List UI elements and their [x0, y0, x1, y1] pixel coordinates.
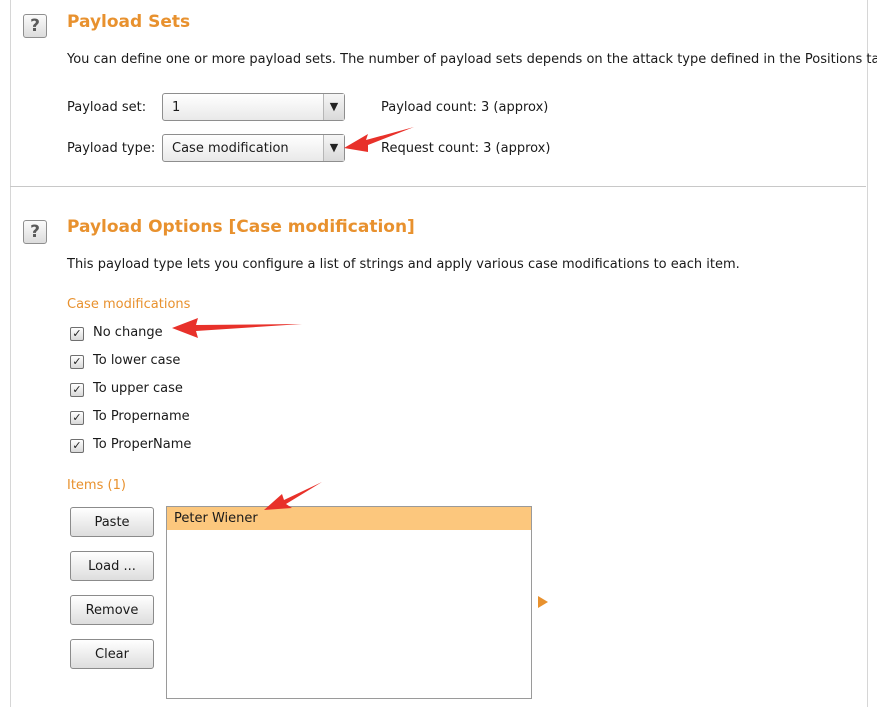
checkbox-to-proper-name-camel[interactable]: ✓: [70, 439, 84, 453]
payload-type-value: Case modification: [172, 141, 289, 156]
triangle-right-icon[interactable]: [538, 596, 548, 608]
checkbox-to-propername[interactable]: ✓: [70, 411, 84, 425]
payload-set-dropdown[interactable]: 1 ▼: [162, 93, 345, 121]
payload-count: Payload count: 3 (approx): [381, 100, 549, 115]
list-item[interactable]: Peter Wiener: [167, 507, 531, 530]
checkbox-label: To ProperName: [93, 437, 192, 452]
payload-set-value: 1: [172, 100, 181, 115]
case-modifications-heading: Case modifications: [67, 297, 191, 312]
checkbox-to-lower-case[interactable]: ✓: [70, 355, 84, 369]
section-divider: [10, 186, 866, 187]
payload-type-label: Payload type:: [67, 141, 156, 156]
payload-options-description: This payload type lets you configure a l…: [67, 257, 740, 272]
checkbox-to-upper-case[interactable]: ✓: [70, 383, 84, 397]
help-icon[interactable]: ?: [23, 14, 47, 38]
payload-options-title: Payload Options [Case modification]: [67, 217, 415, 237]
load-button[interactable]: Load ...: [70, 551, 154, 581]
checkbox-label: To lower case: [93, 353, 181, 368]
request-count: Request count: 3 (approx): [381, 141, 551, 156]
chevron-down-icon[interactable]: ▼: [323, 94, 344, 120]
payload-sets-title: Payload Sets: [67, 12, 191, 32]
checkbox-no-change[interactable]: ✓: [70, 327, 84, 341]
remove-button[interactable]: Remove: [70, 595, 154, 625]
checkbox-label: To Propername: [93, 409, 190, 424]
payload-type-dropdown[interactable]: Case modification ▼: [162, 134, 345, 162]
clear-button[interactable]: Clear: [70, 639, 154, 669]
payload-set-label: Payload set:: [67, 100, 147, 115]
payload-items-list[interactable]: Peter Wiener: [166, 506, 532, 699]
help-icon[interactable]: ?: [23, 220, 47, 244]
chevron-down-icon[interactable]: ▼: [323, 135, 344, 161]
payload-sets-description: You can define one or more payload sets.…: [67, 52, 877, 67]
paste-button[interactable]: Paste: [70, 507, 154, 537]
items-heading: Items (1): [67, 478, 126, 493]
checkbox-label: To upper case: [93, 381, 183, 396]
checkbox-label: No change: [93, 325, 163, 340]
